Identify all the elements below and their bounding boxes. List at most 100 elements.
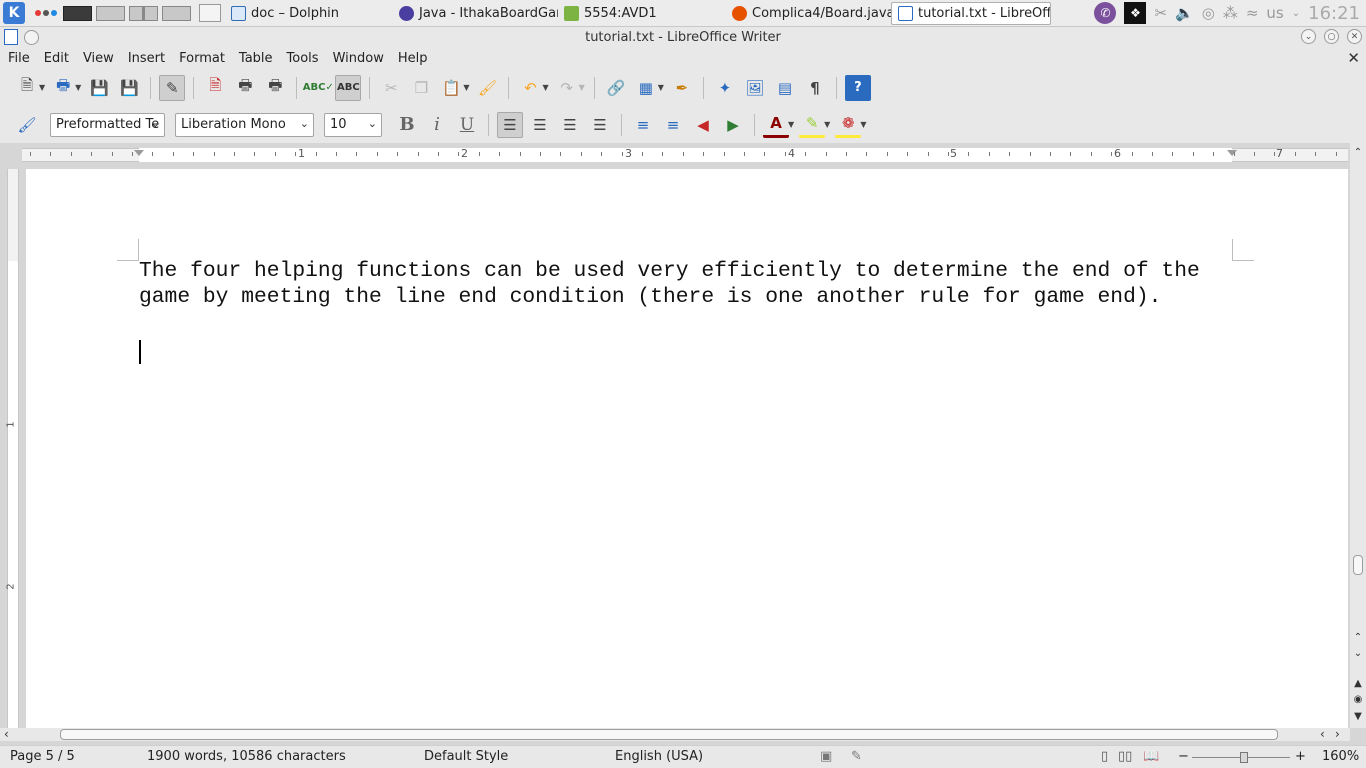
menu-table[interactable]: Table	[232, 51, 280, 66]
previous-page-icon[interactable]: ▲	[1352, 676, 1364, 690]
redo-dropdown-icon[interactable]: ▼	[579, 83, 585, 92]
print-direct-icon[interactable]: 🖶	[232, 75, 258, 101]
multi-page-view-icon[interactable]: ▯▯	[1118, 749, 1132, 764]
background-color-dropdown-icon[interactable]: ▼	[860, 120, 866, 129]
save-icon[interactable]: 💾	[86, 75, 112, 101]
autospellcheck-icon[interactable]: ABC	[335, 74, 362, 101]
dropbox-icon[interactable]: ❖	[1124, 2, 1147, 24]
insert-table-icon[interactable]: ▦	[633, 75, 659, 101]
clock[interactable]: 16:21	[1308, 3, 1360, 24]
hyperlink-icon[interactable]: 🔗	[603, 75, 629, 101]
help-icon[interactable]: ?	[844, 74, 871, 101]
pin-icon[interactable]	[24, 29, 39, 45]
task-writer[interactable]: tutorial.txt - LibreOffic	[891, 1, 1051, 25]
desktop-4-button[interactable]	[162, 5, 191, 21]
wifi-icon[interactable]: ≈	[1246, 4, 1259, 22]
vertical-scrollbar[interactable]: ⌃ ⌃ ⌄ ▲ ◉ ▼	[1350, 143, 1366, 728]
styles-and-formatting-icon[interactable]: 🖌	[14, 112, 40, 138]
underline-icon[interactable]: U	[454, 112, 480, 138]
next-page-icon[interactable]: ▼	[1352, 709, 1364, 723]
increase-indent-icon[interactable]: ▶	[720, 112, 746, 138]
paste-dropdown-icon[interactable]: ▼	[463, 83, 469, 92]
task-eclipse[interactable]: Java - IthakaBoardGam	[393, 2, 558, 25]
activities-icon[interactable]	[35, 10, 57, 16]
decrease-indent-icon[interactable]: ◀	[690, 112, 716, 138]
navigation-icon[interactable]: ◉	[1352, 692, 1364, 706]
edit-mode-icon[interactable]: ✎	[159, 74, 186, 101]
undo-icon[interactable]: ↶	[517, 75, 543, 101]
menu-help[interactable]: Help	[391, 51, 435, 66]
formatting-marks-icon[interactable]: ¶	[802, 75, 828, 101]
viber-icon[interactable]: ✆	[1094, 2, 1117, 24]
document-text[interactable]: The four helping functions can be used v…	[139, 258, 1224, 310]
document-page[interactable]: The four helping functions can be used v…	[26, 169, 1348, 728]
desktop-3-button[interactable]	[129, 5, 158, 21]
desktop-1-button[interactable]	[63, 5, 92, 21]
horizontal-scroll-thumb[interactable]	[60, 729, 1278, 740]
data-sources-icon[interactable]: ▤	[772, 75, 798, 101]
language[interactable]: English (USA)	[615, 749, 703, 764]
new-document-icon[interactable]: 🗎	[14, 75, 40, 101]
paragraph-style-select[interactable]: Preformatted Te ⌄	[50, 112, 165, 137]
highlighting-icon[interactable]: ✎	[799, 112, 826, 138]
writer-app-icon[interactable]	[4, 29, 18, 45]
menu-window[interactable]: Window	[326, 51, 391, 66]
justify-icon[interactable]: ☰	[587, 112, 613, 138]
font-color-icon[interactable]: A	[763, 112, 789, 138]
word-count[interactable]: 1900 words, 10586 characters	[147, 749, 346, 764]
keyboard-layout[interactable]: us	[1266, 4, 1283, 22]
minimize-icon[interactable]: ⌄	[1301, 29, 1316, 44]
menu-insert[interactable]: Insert	[121, 51, 172, 66]
cut-icon[interactable]: ✂	[378, 75, 404, 101]
scroll-up-icon[interactable]: ⌃	[1352, 145, 1364, 159]
scissors-icon[interactable]: ✂	[1154, 4, 1167, 22]
horizontal-ruler[interactable]: 1 2 3 4 5 6 7	[0, 143, 1350, 169]
maximize-icon[interactable]: ○	[1324, 29, 1339, 44]
save-as-icon[interactable]: 💾	[116, 75, 142, 101]
show-draw-functions-icon[interactable]: ✒	[669, 75, 695, 101]
vertical-scroll-thumb[interactable]	[1353, 555, 1363, 575]
task-dolphin[interactable]: doc – Dolphin	[225, 2, 393, 25]
export-pdf-icon[interactable]: 🗎	[202, 75, 228, 101]
scroll-left-icon[interactable]: ‹	[4, 727, 9, 741]
menu-edit[interactable]: Edit	[37, 51, 76, 66]
zoom-slider-knob[interactable]	[1240, 752, 1248, 763]
print-preview-icon[interactable]: 🖶	[262, 75, 288, 101]
show-desktop-icon[interactable]	[199, 4, 221, 22]
close-document-icon[interactable]: ✕	[1347, 49, 1360, 67]
gallery-icon[interactable]: 🖼	[742, 75, 768, 101]
zoom-out-icon[interactable]: −	[1178, 749, 1189, 764]
highlighting-dropdown-icon[interactable]: ▼	[824, 120, 830, 129]
undo-dropdown-icon[interactable]: ▼	[542, 83, 548, 92]
align-right-icon[interactable]: ☰	[557, 112, 583, 138]
bluetooth-icon[interactable]: ⁂	[1223, 4, 1238, 22]
redo-icon[interactable]: ↷	[554, 75, 580, 101]
scroll-right-icon[interactable]: ›	[1335, 727, 1340, 741]
left-indent-marker[interactable]	[134, 150, 144, 156]
font-size-select[interactable]: 10 ⌄	[324, 112, 382, 137]
font-name-select[interactable]: Liberation Mono ⌄	[175, 112, 314, 137]
tray-expand-icon[interactable]: ⌄	[1292, 8, 1300, 19]
desktop-2-button[interactable]	[96, 5, 125, 21]
volume-icon[interactable]: 🔈	[1175, 4, 1194, 22]
paste-icon[interactable]: 📋	[438, 75, 464, 101]
book-view-icon[interactable]: 📖	[1143, 749, 1159, 764]
network-icon[interactable]: ◎	[1202, 4, 1215, 22]
bulleted-list-icon[interactable]: ≡	[660, 112, 686, 138]
menu-view[interactable]: View	[76, 51, 121, 66]
print-icon[interactable]: 🖶	[50, 75, 76, 101]
align-center-icon[interactable]: ☰	[527, 112, 553, 138]
task-emulator[interactable]: 5554:AVD1	[558, 2, 726, 25]
app-launcher-icon[interactable]: K	[3, 2, 25, 24]
scroll-down-icon[interactable]: ⌄	[1352, 646, 1364, 660]
zoom-in-icon[interactable]: +	[1295, 749, 1306, 764]
numbered-list-icon[interactable]: ≡	[630, 112, 656, 138]
scroll-up-icon[interactable]: ⌃	[1352, 630, 1364, 644]
horizontal-scrollbar[interactable]: ‹ ‹ ›	[0, 727, 1350, 741]
bold-icon[interactable]: B	[394, 112, 420, 138]
font-color-dropdown-icon[interactable]: ▼	[788, 120, 794, 129]
selection-mode-icon[interactable]: ▣	[820, 749, 832, 764]
page-style[interactable]: Default Style	[424, 749, 508, 764]
page-indicator[interactable]: Page 5 / 5	[10, 749, 75, 764]
background-color-icon[interactable]: ❁	[835, 112, 862, 138]
